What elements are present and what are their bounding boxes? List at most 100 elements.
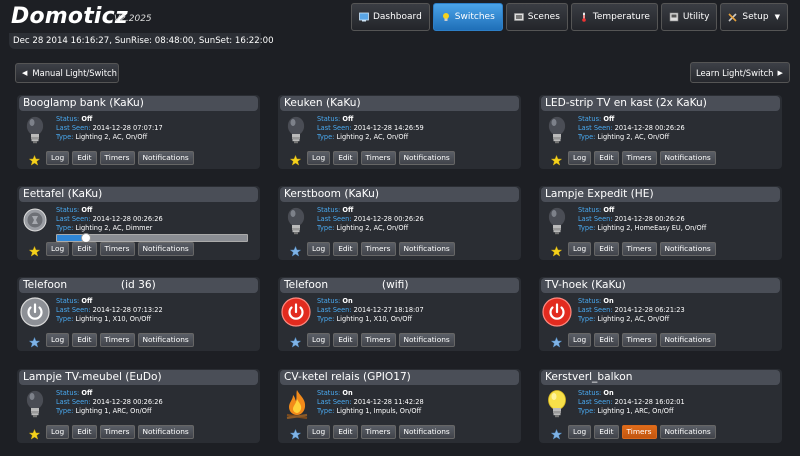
device-status-value: Off <box>81 115 93 123</box>
edit-button[interactable]: Edit <box>594 425 619 439</box>
star-icon[interactable] <box>550 333 563 348</box>
edit-button[interactable]: Edit <box>594 151 619 165</box>
nav-temperature[interactable]: Temperature <box>570 3 658 31</box>
timers-button[interactable]: Timers <box>360 333 396 347</box>
star-icon[interactable] <box>550 425 563 440</box>
nav-label: Scenes <box>527 12 560 22</box>
edit-button[interactable]: Edit <box>594 333 619 347</box>
device-type-row: Type: Lighting 2, AC, On/Off <box>578 133 685 142</box>
device-actions: Log Edit Timers Notifications <box>307 242 455 256</box>
log-button[interactable]: Log <box>568 151 592 165</box>
device-card: Telefoon (wifi) Status: On Last Seen: 201… <box>278 277 521 351</box>
timers-button[interactable]: Timers <box>99 425 135 439</box>
notifications-button[interactable]: Notifications <box>659 242 716 256</box>
star-icon[interactable] <box>289 425 302 440</box>
lightbulb-on-icon[interactable] <box>545 389 569 419</box>
fire-icon[interactable] <box>284 389 308 420</box>
log-button[interactable]: Log <box>307 242 331 256</box>
favorite-star-icon[interactable] <box>550 151 563 166</box>
log-button[interactable]: Log <box>46 242 70 256</box>
lightbulb-off-icon[interactable] <box>545 115 569 145</box>
power-on-icon[interactable] <box>281 297 311 327</box>
nav-dashboard[interactable]: Dashboard <box>350 3 430 31</box>
device-last-seen-label: Last Seen: <box>317 398 352 406</box>
edit-button[interactable]: Edit <box>72 151 97 165</box>
nav-utility[interactable]: Utility <box>660 3 718 31</box>
timers-button[interactable]: Timers <box>360 425 396 439</box>
log-button[interactable]: Log <box>46 333 70 347</box>
timers-button[interactable]: Timers <box>360 151 396 165</box>
edit-button[interactable]: Edit <box>333 425 358 439</box>
device-last-seen-value: 2014-12-28 16:02:01 <box>614 398 685 406</box>
log-button[interactable]: Log <box>46 425 70 439</box>
edit-button[interactable]: Edit <box>333 242 358 256</box>
dimmer-icon[interactable] <box>23 206 47 236</box>
lightbulb-off-icon[interactable] <box>23 115 47 145</box>
favorite-star-icon[interactable] <box>550 242 563 257</box>
star-icon[interactable] <box>289 242 302 257</box>
device-status-row: Status: On <box>317 297 424 306</box>
nav-switches[interactable]: Switches <box>432 3 503 31</box>
dimmer-slider[interactable] <box>56 233 248 243</box>
log-button[interactable]: Log <box>307 151 331 165</box>
edit-button[interactable]: Edit <box>594 242 619 256</box>
device-status-value: Off <box>603 115 615 123</box>
notifications-button[interactable]: Notifications <box>137 333 194 347</box>
lightbulb-off-icon[interactable] <box>545 206 569 236</box>
timers-button[interactable]: Timers <box>360 242 396 256</box>
edit-button[interactable]: Edit <box>72 425 97 439</box>
favorite-star-icon[interactable] <box>28 151 41 166</box>
thermometer-icon <box>579 12 589 22</box>
timers-button[interactable]: Timers <box>621 333 657 347</box>
notifications-button[interactable]: Notifications <box>137 151 194 165</box>
favorite-star-icon[interactable] <box>28 242 41 257</box>
device-status-row: Status: Off <box>56 206 163 215</box>
notifications-button[interactable]: Notifications <box>659 151 716 165</box>
star-icon[interactable] <box>28 333 41 348</box>
device-name: Lampje Expedit (HE) <box>541 187 780 202</box>
device-type-value: Lighting 2, AC, On/Off <box>597 315 670 323</box>
edit-button[interactable]: Edit <box>72 242 97 256</box>
timers-button[interactable]: Timers <box>621 242 657 256</box>
device-type-row: Type: Lighting 1, ARC, On/Off <box>578 407 685 416</box>
edit-button[interactable]: Edit <box>333 333 358 347</box>
learn-light-switch-button[interactable]: Learn Light/Switch ▶ <box>690 62 790 83</box>
lightbulb-off-icon[interactable] <box>284 206 308 236</box>
nav-label: Utility <box>682 12 710 22</box>
device-last-seen-value: 2014-12-28 14:26:59 <box>353 124 424 132</box>
favorite-star-icon[interactable] <box>28 425 41 440</box>
notifications-button[interactable]: Notifications <box>659 333 716 347</box>
lightbulb-off-icon[interactable] <box>284 115 308 145</box>
notifications-button[interactable]: Notifications <box>659 425 716 439</box>
log-button[interactable]: Log <box>568 425 592 439</box>
log-button[interactable]: Log <box>307 425 331 439</box>
device-info: Status: Off Last Seen: 2014-12-28 00:26:2… <box>578 115 685 142</box>
power-on-icon[interactable] <box>542 297 572 327</box>
notifications-button[interactable]: Notifications <box>398 242 455 256</box>
notifications-button[interactable]: Notifications <box>137 242 194 256</box>
timers-button[interactable]: Timers <box>99 242 135 256</box>
edit-button[interactable]: Edit <box>72 333 97 347</box>
notifications-button[interactable]: Notifications <box>398 151 455 165</box>
timers-button[interactable]: Timers <box>621 425 657 439</box>
edit-button[interactable]: Edit <box>333 151 358 165</box>
nav-setup[interactable]: Setup ▼ <box>720 3 788 31</box>
manual-light-switch-button[interactable]: ◀ Manual Light/Switch <box>15 63 119 83</box>
log-button[interactable]: Log <box>568 333 592 347</box>
log-button[interactable]: Log <box>568 242 592 256</box>
power-off-icon[interactable] <box>20 297 50 327</box>
log-button[interactable]: Log <box>307 333 331 347</box>
device-actions: Log Edit Timers Notifications <box>307 333 455 347</box>
log-button[interactable]: Log <box>46 151 70 165</box>
nav-scenes[interactable]: Scenes <box>505 3 568 31</box>
timers-button[interactable]: Timers <box>621 151 657 165</box>
timers-button[interactable]: Timers <box>99 151 135 165</box>
timers-button[interactable]: Timers <box>99 333 135 347</box>
notifications-button[interactable]: Notifications <box>137 425 194 439</box>
notifications-button[interactable]: Notifications <box>398 333 455 347</box>
device-name: Kerstverl_balkon <box>541 370 780 385</box>
favorite-star-icon[interactable] <box>289 151 302 166</box>
notifications-button[interactable]: Notifications <box>398 425 455 439</box>
star-icon[interactable] <box>289 333 302 348</box>
lightbulb-off-icon[interactable] <box>23 389 47 419</box>
